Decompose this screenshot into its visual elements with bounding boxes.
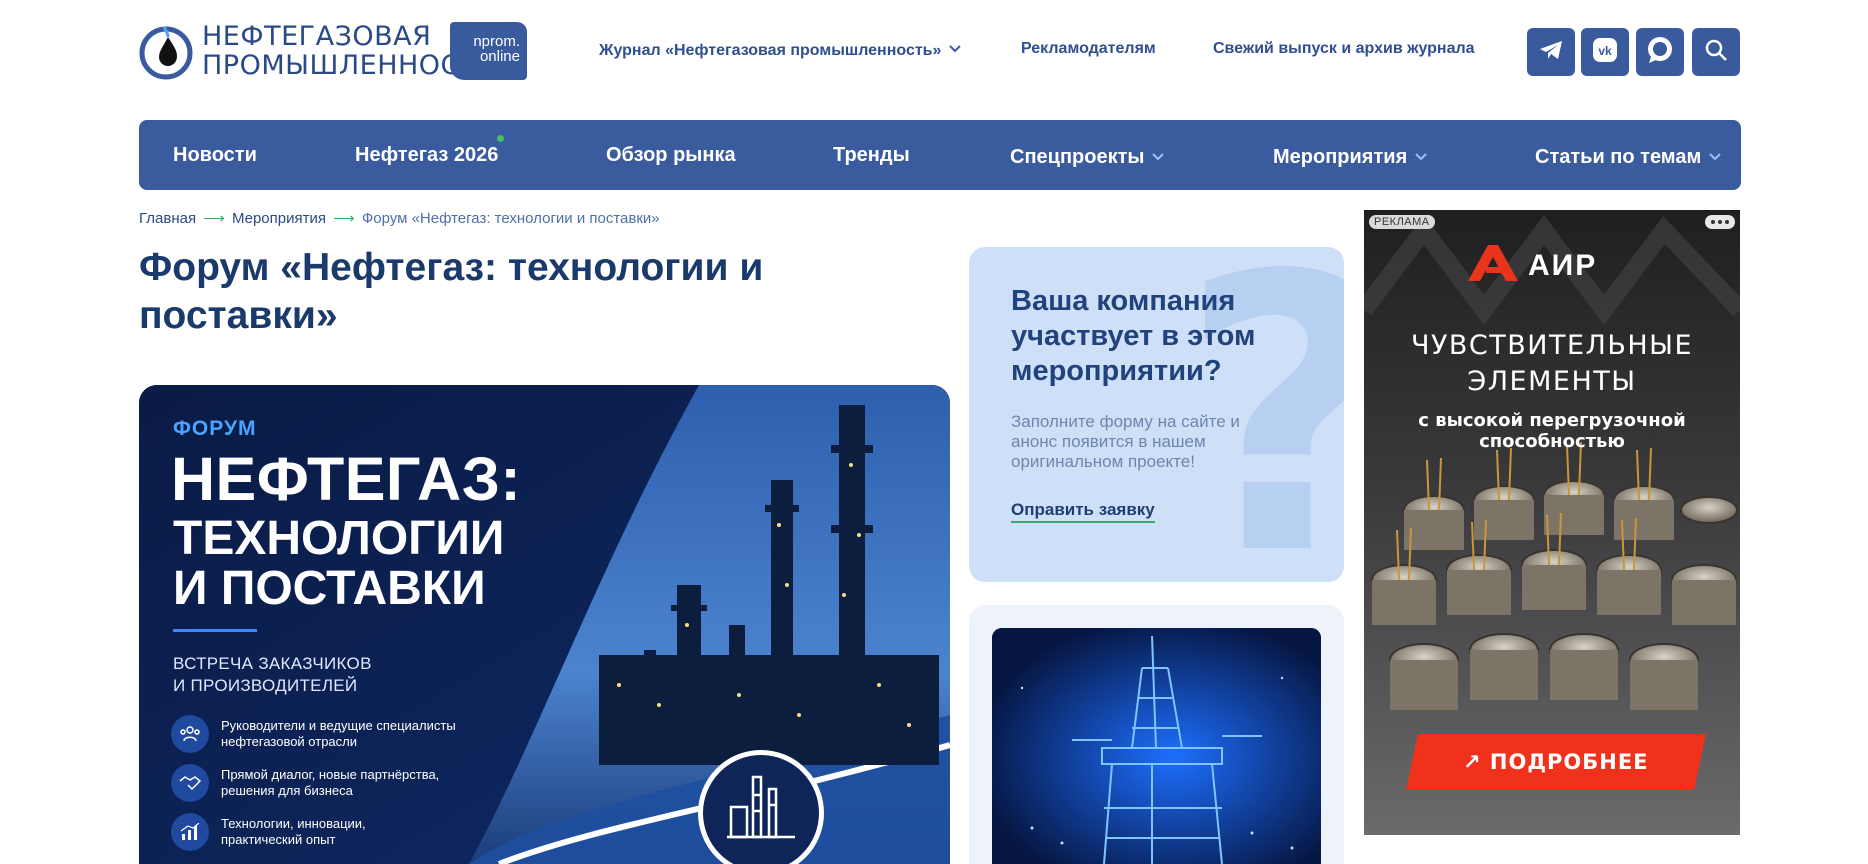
- logo-badge[interactable]: nprom. online: [450, 22, 527, 80]
- logo-badge-line-1: nprom.: [473, 33, 520, 50]
- banner-headline: НЕФТЕГАЗ:: [171, 445, 522, 513]
- breadcrumb-home[interactable]: Главная: [139, 210, 196, 227]
- breadcrumb-separator: ⟶: [333, 210, 355, 227]
- banner-headline-line-2: ТЕХНОЛОГИИ: [173, 512, 505, 565]
- nav-item-trends[interactable]: Тренды: [833, 144, 910, 167]
- nav-item-articles-by-topic[interactable]: Статьи по темам: [1535, 144, 1721, 169]
- banner-bullet-text: Прямой диалог, новые партнёрства, решени…: [221, 767, 439, 799]
- search-icon: [1704, 38, 1728, 67]
- ad-headline-line-1: ЧУВСТВИТЕЛЬНЫЕ: [1410, 330, 1694, 361]
- ad-headline: ЧУВСТВИТЕЛЬНЫЕ ЭЛЕМЕНТЫ: [1364, 328, 1740, 400]
- nav-item-events[interactable]: Мероприятия: [1273, 144, 1427, 169]
- ad-subtitle-line-2: способностью: [1479, 431, 1625, 452]
- nav-item-market-review[interactable]: Обзор рынка: [606, 144, 736, 167]
- banner-subtitle-line-1: ВСТРЕЧА ЗАКАЗЧИКОВ: [173, 654, 372, 673]
- telegram-button[interactable]: [1527, 28, 1575, 76]
- event-banner-image: ФОРУМ НЕФТЕГАЗ: ТЕХНОЛОГИИ И ПОСТАВКИ ВС…: [139, 385, 950, 864]
- logo-badge-line-2: online: [479, 48, 520, 65]
- advertisement-banner[interactable]: РЕКЛАМА АИР ЧУВСТВИТЕЛЬНЫЕ ЭЛЕМЕНТЫ с вы…: [1364, 210, 1740, 835]
- breadcrumb-separator: ⟶: [203, 210, 225, 227]
- chat-icon: [1645, 35, 1675, 70]
- nav-item-label: Мероприятия: [1273, 146, 1408, 168]
- people-icon: [171, 715, 209, 753]
- ad-subtitle-line-1: с высокой перегрузочной: [1418, 410, 1686, 431]
- nav-item-news[interactable]: Новости: [173, 144, 257, 167]
- svg-text:vk: vk: [1598, 44, 1612, 58]
- related-article-card[interactable]: [969, 605, 1344, 864]
- issue-archive-link[interactable]: Свежий выпуск и архив журнала: [1213, 40, 1475, 58]
- participation-card: ? Ваша компания участвует в этом меропри…: [969, 247, 1344, 582]
- banner-subtitle-line-2: И ПРОИЗВОДИТЕЛЕЙ: [173, 676, 358, 695]
- breadcrumb: Главная ⟶ Мероприятия ⟶ Форум «Нефтегаз:…: [139, 209, 660, 227]
- air-logo-icon: [1468, 245, 1518, 286]
- chevron-down-icon: [1152, 144, 1165, 167]
- banner-bullet-line-2: решения для бизнеса: [221, 783, 353, 798]
- ad-label: РЕКЛАМА: [1369, 215, 1435, 229]
- ad-more-button[interactable]: ↗ ПОДРОБНЕЕ: [1406, 734, 1706, 790]
- banner-subtitle: ВСТРЕЧА ЗАКАЗЧИКОВ И ПРОИЗВОДИТЕЛЕЙ: [173, 653, 372, 697]
- ad-headline-line-2: ЭЛЕМЕНТЫ: [1467, 366, 1637, 397]
- chevron-down-icon: [949, 40, 962, 58]
- banner-bullet-line-1: Руководители и ведущие специалисты: [221, 718, 456, 733]
- banner-divider: [173, 629, 257, 632]
- oil-drop-logo-icon: [138, 21, 196, 81]
- vk-icon: vk: [1591, 36, 1619, 69]
- breadcrumb-events[interactable]: Мероприятия: [232, 210, 326, 227]
- banner-bullet-line-1: Прямой диалог, новые партнёрства,: [221, 767, 440, 782]
- ad-subtitle: с высокой перегрузочной способностью: [1364, 410, 1740, 452]
- search-button[interactable]: [1692, 28, 1740, 76]
- banner-headline-line-3: И ПОСТАВКИ: [173, 562, 486, 615]
- nav-item-label: Спецпроекты: [1010, 146, 1145, 168]
- nav-item-special-projects[interactable]: Спецпроекты: [1010, 144, 1165, 169]
- chat-button[interactable]: [1636, 28, 1684, 76]
- advertisers-link[interactable]: Рекламодателям: [1021, 40, 1156, 58]
- banner-bullet: Технологии, инновации, практический опыт: [171, 810, 491, 854]
- site-header: НЕФТЕГАЗОВАЯ ПРОМЫШЛЕННОСТЬ nprom. onlin…: [0, 0, 1868, 100]
- submit-application-link[interactable]: Оправить заявку: [1011, 500, 1155, 523]
- banner-bullet-text: Руководители и ведущие специалисты нефте…: [221, 718, 456, 750]
- telegram-icon: [1538, 39, 1564, 66]
- chevron-down-icon: [1709, 144, 1721, 167]
- journal-link-label: Журнал «Нефтегазовая промышленность»: [599, 42, 942, 59]
- new-indicator-dot: [497, 135, 504, 142]
- banner-bullet-line-2: нефтегазовой отрасли: [221, 734, 358, 749]
- banner-kicker: ФОРУМ: [173, 417, 257, 440]
- nav-item-label: Статьи по темам: [1535, 146, 1702, 168]
- more-options-icon[interactable]: [1705, 215, 1735, 229]
- nav-item-neftegaz-2026[interactable]: Нефтегаз 2026: [355, 144, 498, 167]
- offshore-platform-image: [992, 628, 1321, 864]
- banner-bullet-line-1: Технологии, инновации,: [221, 816, 366, 831]
- ad-brand: АИР: [1468, 245, 1597, 286]
- ad-more-button-label: ↗ ПОДРОБНЕЕ: [1463, 750, 1649, 774]
- participation-description: Заполните форму на сайте и анонс появитс…: [1011, 412, 1240, 471]
- breadcrumb-current: Форум «Нефтегаз: технологии и поставки»: [361, 210, 660, 227]
- banner-bullet: Прямой диалог, новые партнёрства, решени…: [171, 761, 491, 805]
- main-nav: Новости Нефтегаз 2026 Обзор рынка Тренды…: [139, 120, 1741, 190]
- page-title: Форум «Нефтегаз: технологии и поставки»: [139, 246, 764, 337]
- participation-title: Ваша компания участвует в этом мероприят…: [1011, 285, 1256, 387]
- banner-bullet: Руководители и ведущие специалисты нефте…: [171, 712, 491, 756]
- chart-growth-icon: [171, 813, 209, 851]
- banner-bullet-line-2: практический опыт: [221, 832, 336, 847]
- vk-button[interactable]: vk: [1581, 28, 1629, 76]
- refinery-emblem-icon: [698, 750, 824, 864]
- ad-brand-name: АИР: [1528, 248, 1598, 282]
- journal-link[interactable]: Журнал «Нефтегазовая промышленность»: [599, 40, 962, 60]
- chevron-down-icon: [1415, 144, 1427, 167]
- handshake-icon: [171, 764, 209, 802]
- banner-bullet-text: Технологии, инновации, практический опыт: [221, 816, 366, 848]
